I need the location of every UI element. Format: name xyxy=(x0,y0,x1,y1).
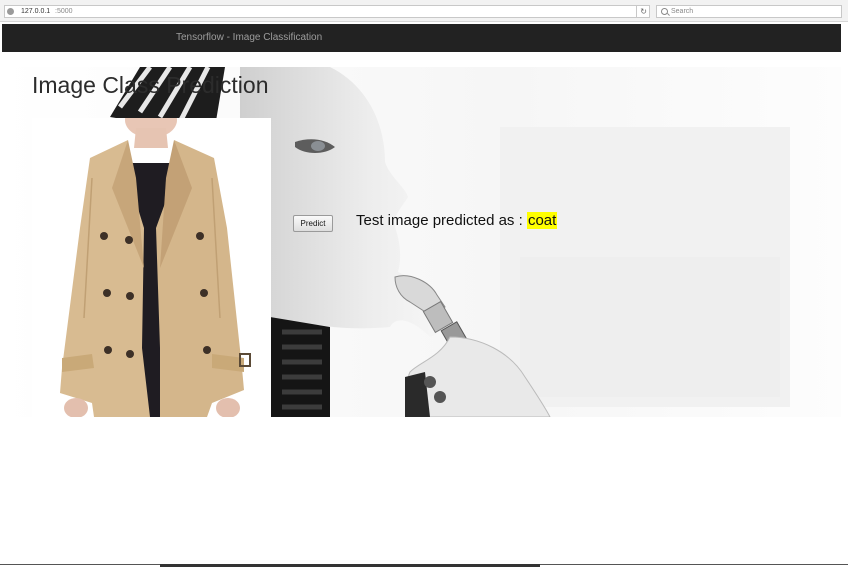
uploaded-image xyxy=(32,118,271,417)
reload-icon[interactable]: ↻ xyxy=(640,6,647,17)
predict-button[interactable]: Predict xyxy=(293,215,333,232)
url-host: 127.0.0.1 xyxy=(21,8,51,15)
address-bar[interactable]: 127.0.0.1 :5000 ↻ xyxy=(4,5,650,18)
coat-photo xyxy=(32,118,271,417)
globe-icon xyxy=(7,8,14,15)
browser-toolbar: 127.0.0.1 :5000 ↻ Search xyxy=(0,0,848,22)
predicted-label: coat xyxy=(526,212,558,229)
navbar-brand[interactable]: Tensorflow - Image Classification xyxy=(176,32,322,43)
result-prefix: Test image predicted as : xyxy=(356,212,523,229)
search-placeholder: Search xyxy=(671,8,694,15)
search-icon xyxy=(661,8,668,15)
address-divider xyxy=(636,6,637,17)
prediction-result: Test image predicted as : coat xyxy=(356,212,558,229)
browser-search-box[interactable]: Search xyxy=(656,5,842,18)
bottom-image-edge xyxy=(160,564,540,567)
navbar: Tensorflow - Image Classification xyxy=(2,24,841,52)
page-title: Image Class Prediction xyxy=(32,72,269,98)
url-port: :5000 xyxy=(55,8,73,15)
